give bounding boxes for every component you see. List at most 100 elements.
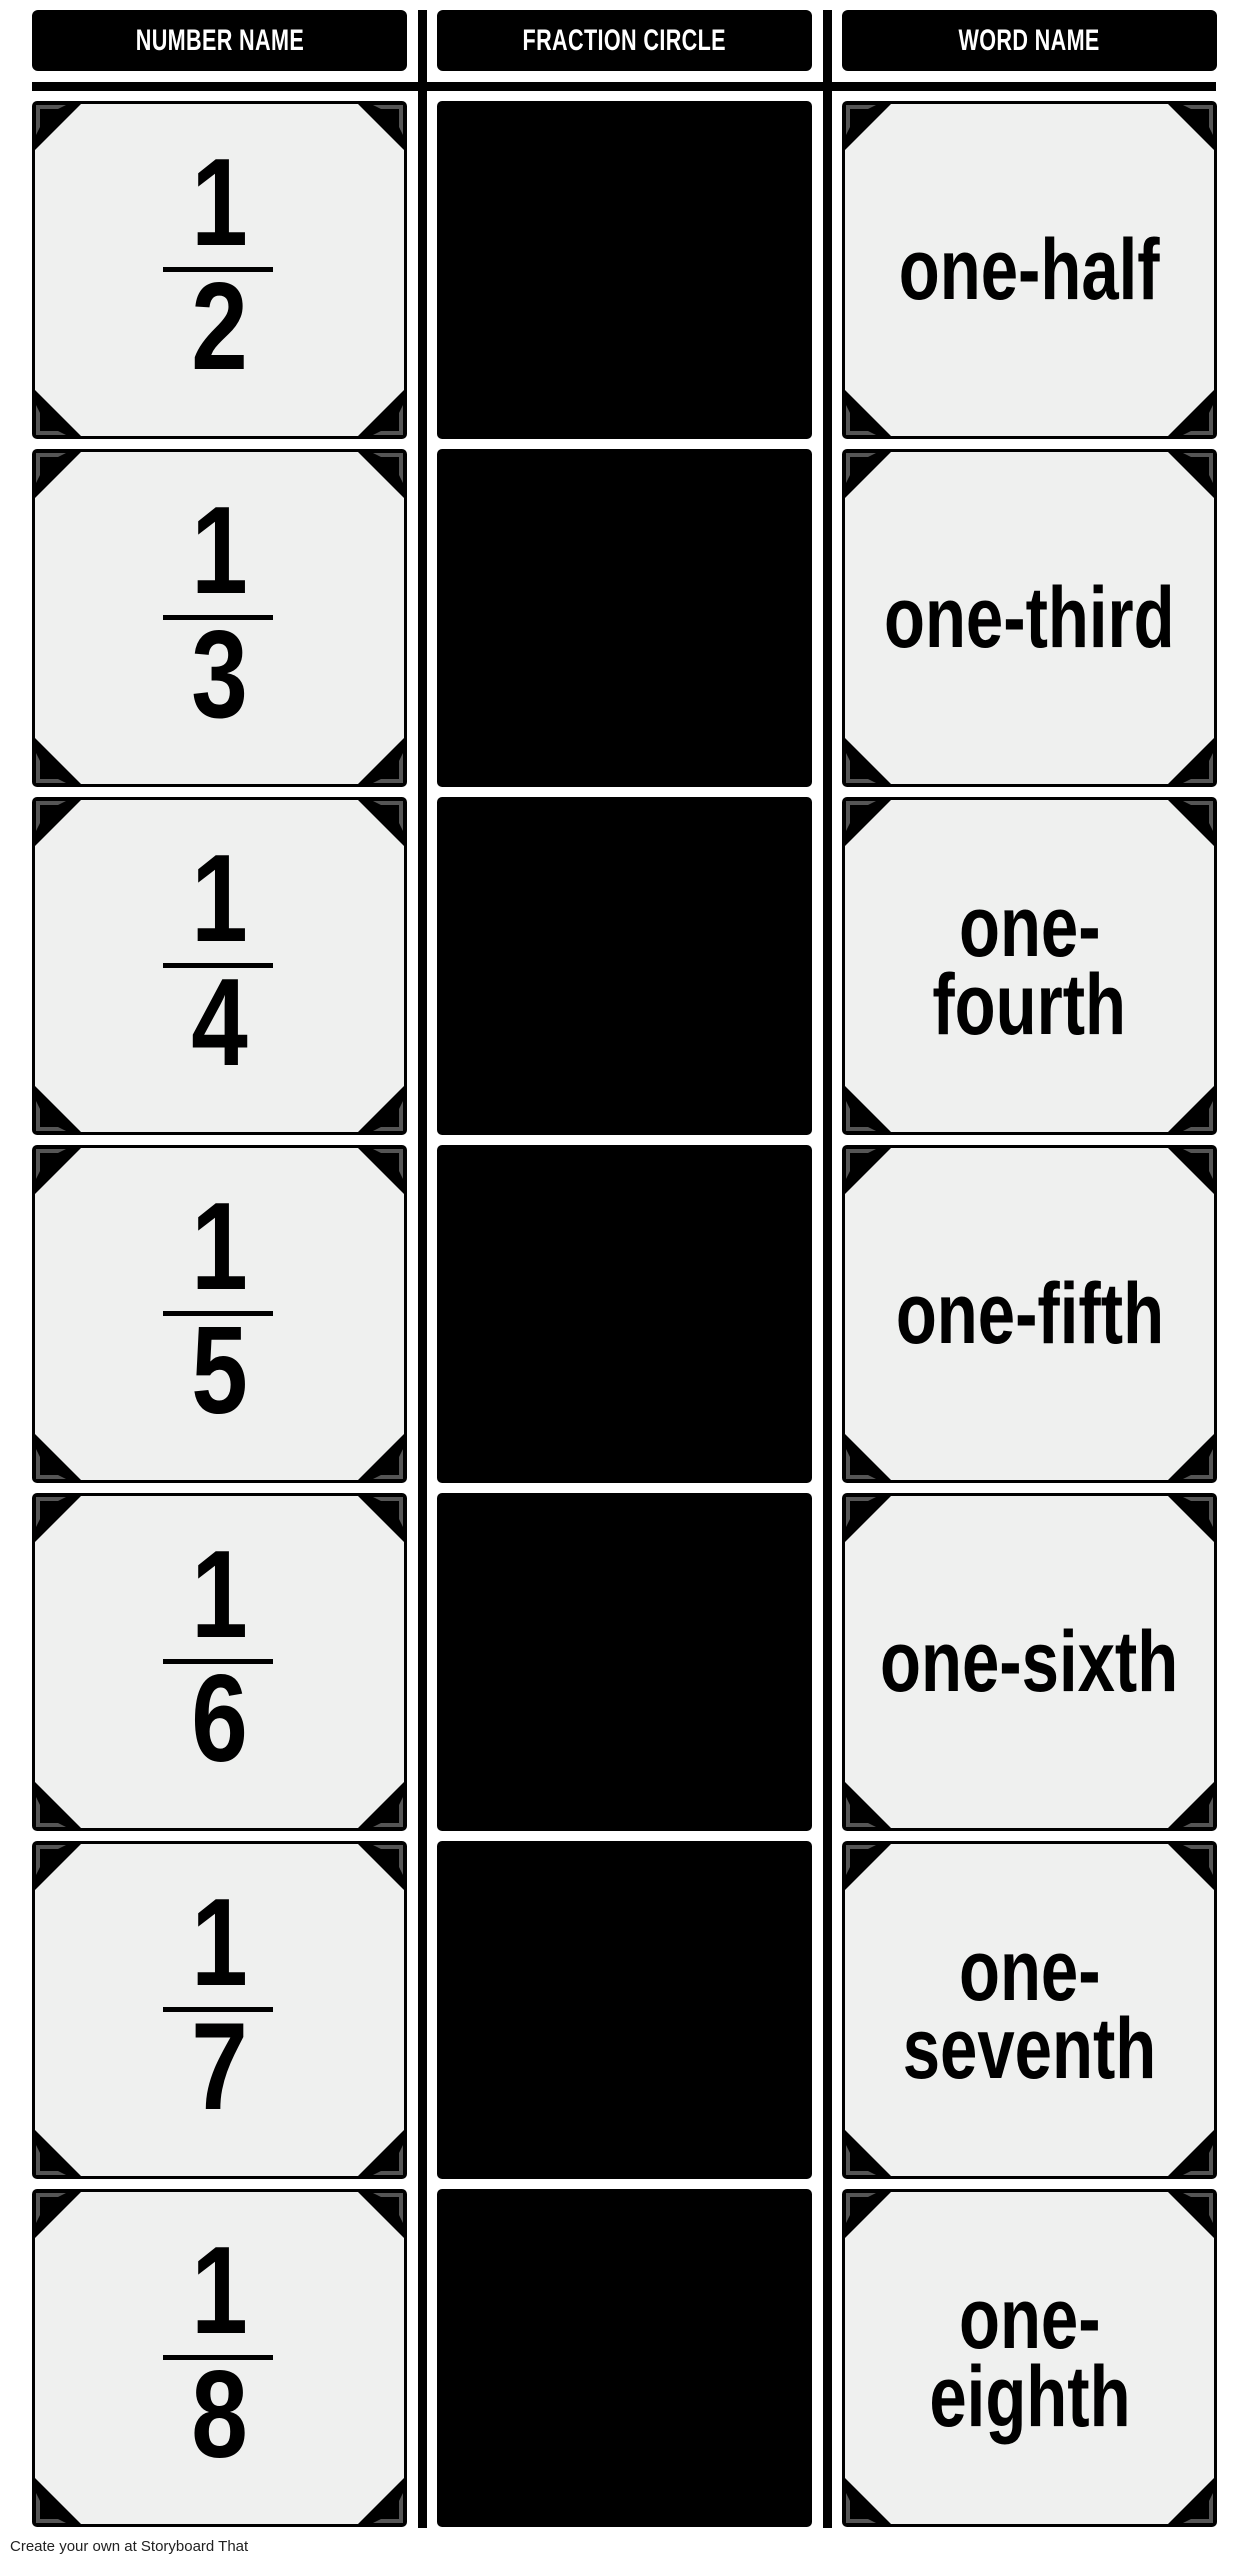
corner-ornament-icon (846, 1101, 876, 1131)
header-word-name: WORD NAME (842, 10, 1217, 71)
word-name-line: one-half (899, 222, 1160, 318)
corner-ornament-icon (1183, 405, 1213, 435)
circle-base (58, 456, 67, 483)
word-name: one-half (842, 101, 1217, 439)
denominator: 6 (32, 1657, 407, 1781)
corner-ornament-icon (1183, 753, 1213, 783)
circle-base (58, 1848, 67, 1875)
word-name: one-fifth (842, 1145, 1217, 1483)
circle-outline (58, 108, 67, 135)
circle-outline (58, 1500, 67, 1527)
word-name: one-third (842, 449, 1217, 787)
corner-ornament-icon (373, 453, 403, 483)
corner-ornament-icon (1183, 1797, 1213, 1827)
word-name-card: one-half (842, 101, 1217, 439)
fraction-circle-card (437, 449, 812, 787)
corner-ornament-icon (36, 1101, 66, 1131)
fraction-circle-card (437, 797, 812, 1135)
corner-ornament-icon (373, 753, 403, 783)
corner-ornament-icon (36, 405, 66, 435)
corner-ornament-icon (1183, 1845, 1213, 1875)
numerator-text: 1 (191, 482, 248, 620)
word-name-card: one-third (842, 449, 1217, 787)
fraction-circle (437, 101, 812, 439)
corner-ornament-icon (846, 1449, 876, 1479)
fraction-number: 1 7 (32, 1841, 407, 2179)
circle-outline (58, 1152, 67, 1179)
number-name-card: 1 2 (32, 101, 407, 439)
corner-ornament-icon (846, 1497, 876, 1527)
corner-ornament-icon (1183, 105, 1213, 135)
fraction-circle-card (437, 1841, 812, 2179)
corner-ornament-icon (1183, 1449, 1213, 1479)
word-name-card: one-fourth (842, 797, 1217, 1135)
circle-outline (58, 2196, 67, 2223)
corner-ornament-icon (36, 1845, 66, 1875)
header-number-name: NUMBER NAME (32, 10, 407, 71)
fraction-number: 1 8 (32, 2189, 407, 2527)
fraction-number: 1 3 (32, 449, 407, 787)
corner-ornament-icon (36, 1797, 66, 1827)
circle-base (58, 1152, 67, 1179)
word-name-card: one-sixth (842, 1493, 1217, 1831)
fraction-circle (437, 1493, 812, 1831)
fraction-circle (437, 797, 812, 1135)
word-name-card: one-seventh (842, 1841, 1217, 2179)
number-name-card: 1 8 (32, 2189, 407, 2527)
corner-ornament-icon (846, 405, 876, 435)
fraction-circle (437, 2189, 812, 2527)
denominator-text: 7 (191, 1998, 248, 2136)
number-name-card: 1 6 (32, 1493, 407, 1831)
corner-ornament-icon (846, 2145, 876, 2175)
numerator-text: 1 (191, 830, 248, 968)
number-name-card: 1 4 (32, 797, 407, 1135)
corner-ornament-icon (373, 1797, 403, 1827)
corner-ornament-icon (846, 105, 876, 135)
corner-ornament-icon (373, 1497, 403, 1527)
corner-ornament-icon (1183, 453, 1213, 483)
fraction-row-1-7: 1 7 one-seventh (0, 1841, 1248, 2179)
word-name: one-fourth (842, 797, 1217, 1135)
corner-ornament-icon (846, 1845, 876, 1875)
word-name-card: one-fifth (842, 1145, 1217, 1483)
fraction-circle-card (437, 2189, 812, 2527)
corner-ornament-icon (36, 105, 66, 135)
corner-ornament-icon (1183, 2193, 1213, 2223)
number-name-card: 1 3 (32, 449, 407, 787)
corner-ornament-icon (1183, 2493, 1213, 2523)
corner-ornament-icon (846, 453, 876, 483)
denominator: 8 (32, 2353, 407, 2477)
denominator-text: 5 (191, 1302, 248, 1440)
denominator: 4 (32, 961, 407, 1085)
numerator-text: 1 (191, 2222, 248, 2360)
footer-credit: Create your own at Storyboard That (10, 2538, 249, 2555)
header-number-name-label: NUMBER NAME (135, 23, 304, 57)
corner-ornament-icon (373, 801, 403, 831)
fraction-row-1-8: 1 8 one-eighth (0, 2189, 1248, 2527)
circle-base (58, 804, 67, 831)
numerator: 1 (32, 1185, 407, 1309)
shaded-slice (58, 804, 67, 831)
denominator: 5 (32, 1309, 407, 1433)
word-name-line: one-sixth (880, 1614, 1179, 1710)
corner-ornament-icon (373, 1101, 403, 1131)
fraction-number: 1 5 (32, 1145, 407, 1483)
numerator-text: 1 (191, 134, 248, 272)
corner-ornament-icon (36, 1497, 66, 1527)
corner-ornament-icon (373, 405, 403, 435)
denominator-text: 6 (191, 1650, 248, 1788)
corner-ornament-icon (846, 2493, 876, 2523)
header-fraction-circle: FRACTION CIRCLE (437, 10, 812, 71)
fraction-circle (437, 1145, 812, 1483)
header-fraction-circle-label: FRACTION CIRCLE (522, 23, 727, 57)
fraction-number: 1 6 (32, 1493, 407, 1831)
corner-ornament-icon (36, 2145, 66, 2175)
numerator: 1 (32, 1533, 407, 1657)
corner-ornament-icon (36, 801, 66, 831)
corner-ornament-icon (1183, 1497, 1213, 1527)
word-name-line: one- (958, 879, 1101, 975)
numerator: 1 (32, 1881, 407, 2005)
denominator: 7 (32, 2005, 407, 2129)
corner-ornament-icon (1183, 801, 1213, 831)
number-name-card: 1 7 (32, 1841, 407, 2179)
